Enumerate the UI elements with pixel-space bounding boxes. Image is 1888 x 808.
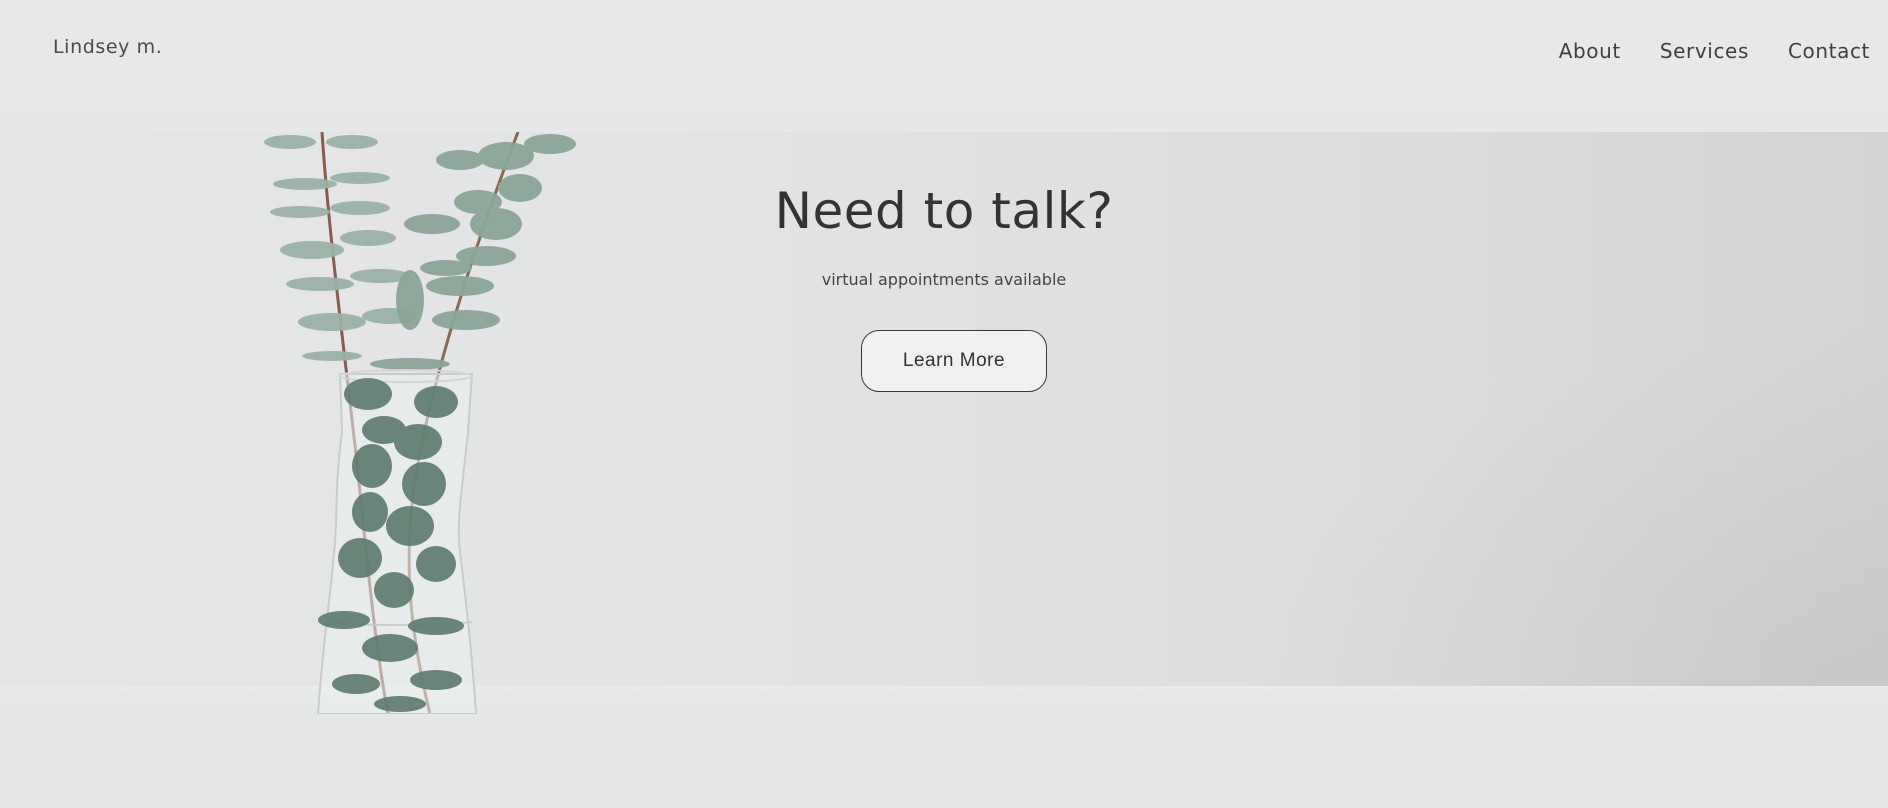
hero-title: Need to talk? (774, 182, 1114, 240)
learn-more-button[interactable]: Learn More (861, 330, 1047, 392)
nav-about-link[interactable]: About (1559, 39, 1621, 63)
hero-section: Need to talk? virtual appointments avail… (0, 132, 1888, 714)
page: Lindsey m. About Services Contact Need t… (0, 0, 1888, 808)
page-bottom-area (0, 714, 1888, 808)
nav-contact-link[interactable]: Contact (1788, 39, 1870, 63)
nav-services-link[interactable]: Services (1660, 39, 1749, 63)
main-nav: About Services Contact (1559, 39, 1870, 63)
brand-logo[interactable]: Lindsey m. (53, 36, 162, 58)
hero-subtitle: virtual appointments available (821, 270, 1067, 289)
site-header: Lindsey m. About Services Contact (0, 0, 1888, 132)
